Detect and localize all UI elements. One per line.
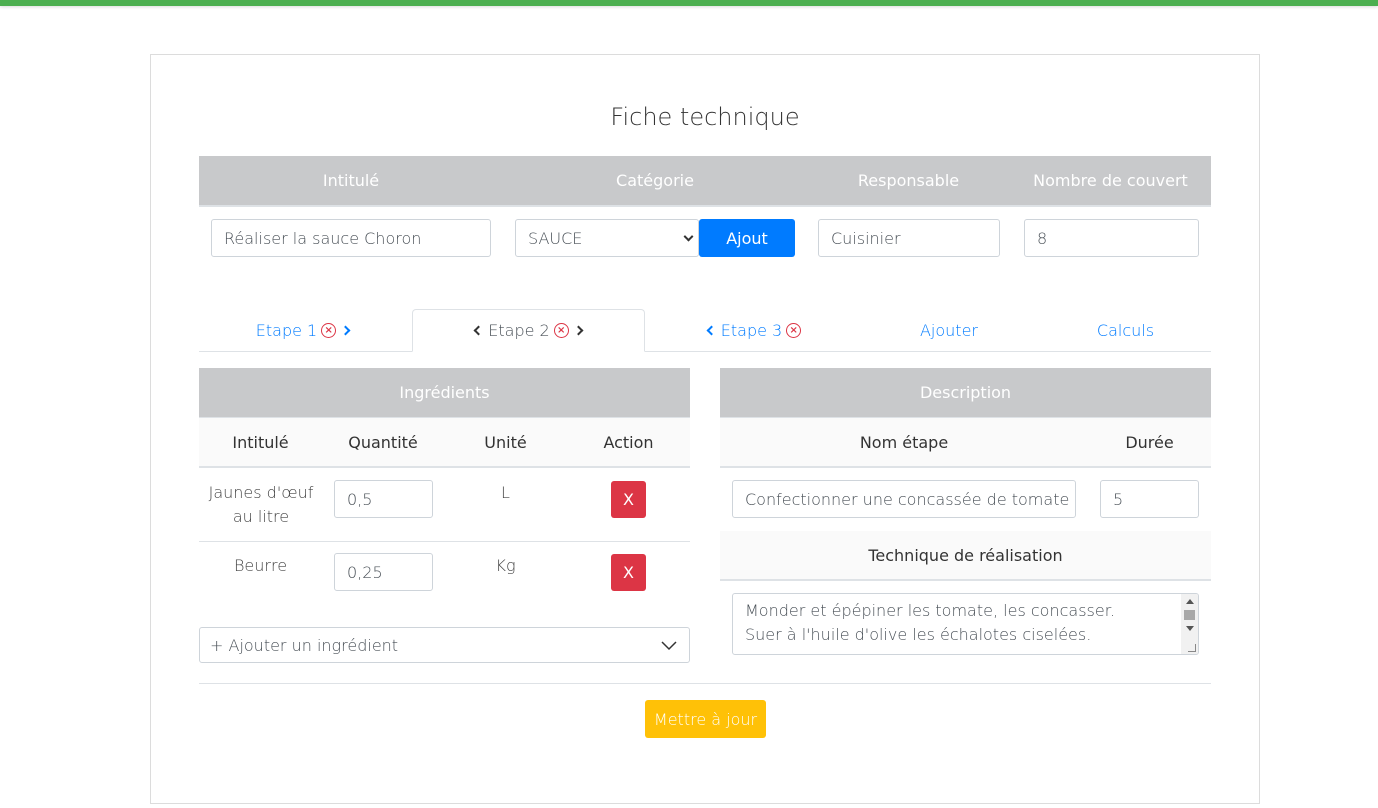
- step-tabs: Etape 1 × Etape 2 × Etape 3 × Ajouter Ca…: [199, 309, 1211, 352]
- col-nom-etape: Nom étape: [859, 432, 949, 452]
- quantity-input[interactable]: 0,5: [334, 480, 433, 518]
- technique-textarea[interactable]: Monder et épépiner les tomate, les conca…: [732, 593, 1199, 655]
- col-intitule: Intitulé: [232, 432, 289, 452]
- x-circle-icon[interactable]: ×: [321, 323, 337, 338]
- duree-input[interactable]: 5: [1100, 480, 1199, 518]
- duree-value: 5: [1113, 489, 1124, 509]
- nom-etape-value: Confectionner une concassée de tomate: [745, 489, 1070, 509]
- tab-etape-1[interactable]: Etape 1 ×: [199, 309, 412, 352]
- scroll-down-icon[interactable]: [1186, 626, 1194, 631]
- technique-header: Technique de réalisation: [720, 531, 1211, 581]
- quantity-value: 0,5: [347, 489, 373, 509]
- technique-title: Technique de réalisation: [868, 545, 1063, 565]
- nom-etape-input[interactable]: Confectionner une concassée de tomate: [732, 480, 1076, 518]
- ingredients-columns: Intitulé Quantité Unité Action: [199, 418, 690, 468]
- footer-divider: [199, 683, 1211, 684]
- col-duree: Durée: [1125, 432, 1174, 452]
- delete-ingredient-button[interactable]: X: [611, 554, 646, 591]
- ajout-button[interactable]: Ajout: [699, 219, 795, 257]
- x-circle-icon[interactable]: ×: [553, 323, 569, 338]
- couverts-input[interactable]: 8: [1024, 219, 1199, 257]
- update-button[interactable]: Mettre à jour: [645, 700, 766, 738]
- intitule-input[interactable]: Réaliser la sauce Choron: [211, 219, 491, 257]
- tab-etape-2[interactable]: Etape 2 ×: [412, 309, 645, 352]
- page-title: Fiche technique: [610, 103, 800, 131]
- ingredient-unit: L: [501, 483, 510, 502]
- responsable-input[interactable]: Cuisinier: [818, 219, 1000, 257]
- delete-ingredient-button[interactable]: X: [611, 481, 646, 518]
- chevron-down-icon: [683, 231, 694, 242]
- header-couverts: Nombre de couvert: [1033, 171, 1188, 190]
- header-intitule: Intitulé: [322, 171, 380, 190]
- row-divider: [199, 541, 690, 542]
- quantity-input[interactable]: 0,25: [334, 553, 433, 591]
- technique-line: Suer à l'huile d'olive les échalotes cis…: [745, 625, 1092, 644]
- tab-etape-3[interactable]: Etape 3 ×: [645, 309, 858, 352]
- tab-etape-3-label: Etape 3: [720, 321, 783, 340]
- tab-etape-1-label: Etape 1: [255, 321, 318, 340]
- couverts-value: 8: [1037, 228, 1048, 248]
- chevron-down-icon: [661, 641, 677, 651]
- responsable-value: Cuisinier: [831, 228, 901, 248]
- technique-line: Monder et épépiner les tomate, les conca…: [745, 601, 1115, 620]
- ingredient-unit: Kg: [495, 556, 516, 575]
- quantity-value: 0,25: [347, 562, 383, 582]
- chevron-right-icon[interactable]: [573, 325, 584, 336]
- add-ingredient-select[interactable]: + Ajouter un ingrédient: [199, 627, 690, 663]
- tab-etape-2-label: Etape 2: [488, 321, 550, 340]
- resize-grip-icon[interactable]: [1188, 644, 1196, 652]
- header-categorie: Catégorie: [616, 171, 694, 190]
- categorie-select[interactable]: SAUCE: [515, 219, 699, 257]
- scroll-thumb[interactable]: [1184, 610, 1195, 620]
- intitule-value: Réaliser la sauce Choron: [224, 228, 422, 248]
- col-unite: Unité: [484, 432, 527, 452]
- general-header: Intitulé Catégorie Responsable Nombre de…: [199, 156, 1211, 207]
- ingredient-name: Beurre: [233, 556, 288, 575]
- col-quantite: Quantité: [348, 432, 418, 452]
- add-ingredient-label: + Ajouter un ingrédient: [210, 635, 399, 655]
- col-action: Action: [603, 432, 654, 452]
- description-title: Description: [919, 383, 1012, 402]
- ingredient-name: Jaunes d'œuf au litre: [208, 483, 314, 526]
- tab-ajouter[interactable]: Ajouter: [858, 309, 1040, 352]
- ingredients-header: Ingrédients: [199, 368, 690, 419]
- ingredients-title: Ingrédients: [399, 383, 490, 402]
- x-circle-icon[interactable]: ×: [786, 323, 802, 338]
- description-header: Description: [720, 368, 1211, 419]
- chevron-left-icon[interactable]: [473, 325, 484, 336]
- chevron-left-icon[interactable]: [706, 325, 717, 336]
- top-accent-bar: [0, 0, 1378, 6]
- recipe-card: Fiche technique Intitulé Catégorie Respo…: [150, 54, 1260, 804]
- chevron-right-icon[interactable]: [340, 325, 351, 336]
- categorie-value: SAUCE: [528, 228, 583, 248]
- header-responsable: Responsable: [857, 171, 960, 190]
- tab-calculs[interactable]: Calculs: [1040, 309, 1211, 352]
- description-columns: Nom étape Durée: [720, 418, 1211, 468]
- scroll-up-icon[interactable]: [1186, 599, 1194, 604]
